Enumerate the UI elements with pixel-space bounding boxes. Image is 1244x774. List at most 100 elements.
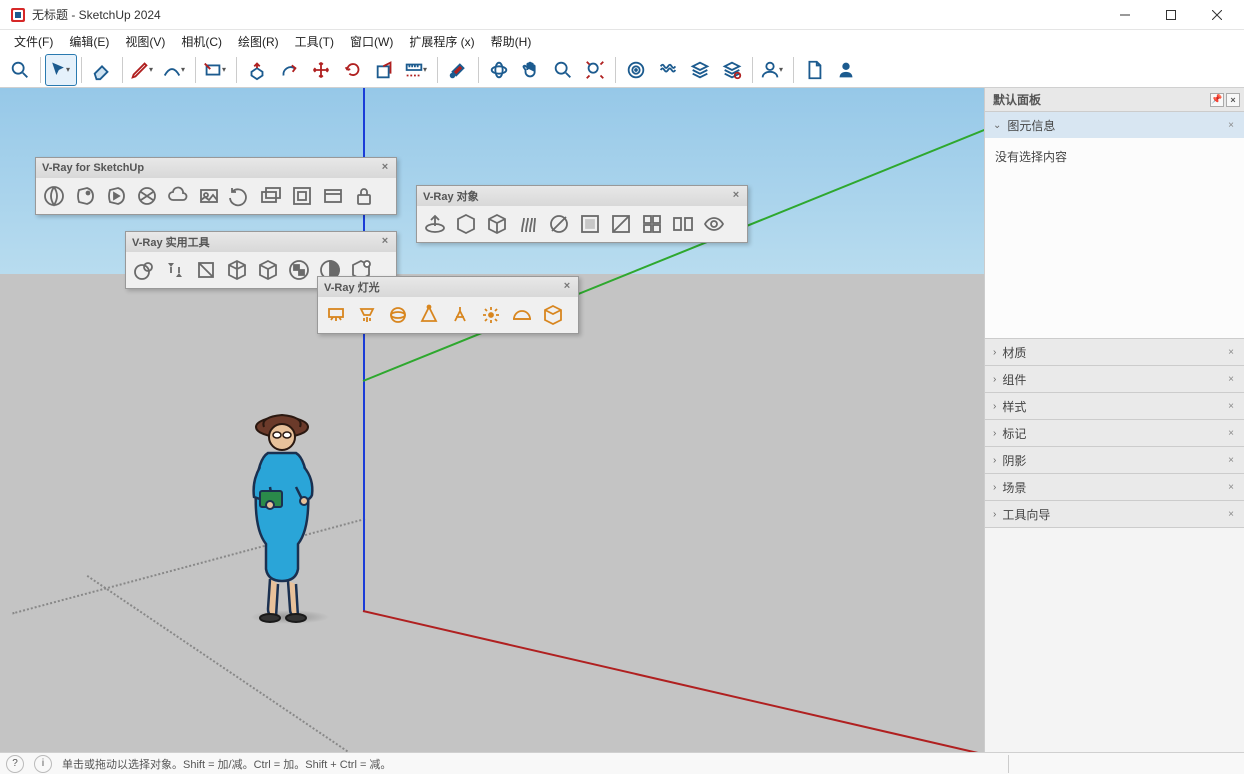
minimize-button[interactable] xyxy=(1102,0,1148,30)
maximize-button[interactable] xyxy=(1148,0,1194,30)
section-header-tags[interactable]: ›标记× xyxy=(985,420,1244,446)
vray-lock-icon[interactable] xyxy=(349,181,379,211)
vray-lights-toolbar[interactable]: V-Ray 灯光× xyxy=(317,276,579,334)
section-header-styles[interactable]: ›样式× xyxy=(985,393,1244,419)
light-dome-icon[interactable] xyxy=(507,300,537,330)
obj-plane-icon[interactable] xyxy=(420,209,450,239)
pin-icon[interactable]: 📌 xyxy=(1210,93,1224,107)
obj-decal-icon[interactable] xyxy=(575,209,605,239)
help-icon[interactable]: ? xyxy=(6,755,24,773)
orbit-tool-icon[interactable] xyxy=(483,54,515,86)
paint-tool-icon[interactable] xyxy=(442,54,474,86)
select-tool-icon[interactable]: ▾ xyxy=(45,54,77,86)
menu-extensions[interactable]: 扩展程序 (x) xyxy=(401,31,482,52)
light-spot-icon[interactable] xyxy=(414,300,444,330)
newfile-tool-icon[interactable] xyxy=(798,54,830,86)
vray-checker-icon[interactable] xyxy=(284,255,314,285)
vray-objects-toolbar[interactable]: V-Ray 对象× xyxy=(416,185,748,243)
light-plane-icon[interactable] xyxy=(352,300,382,330)
close-icon[interactable]: × xyxy=(1224,118,1238,132)
vray-lights-title[interactable]: V-Ray 灯光× xyxy=(318,277,578,297)
section-header-instructor[interactable]: ›工具向导× xyxy=(985,501,1244,527)
light-sphere-icon[interactable] xyxy=(383,300,413,330)
close-icon[interactable]: × xyxy=(1224,480,1238,494)
vray-cube2-icon[interactable] xyxy=(253,255,283,285)
section-header-scenes[interactable]: ›场景× xyxy=(985,474,1244,500)
vray-render-icon[interactable] xyxy=(70,181,100,211)
vray-swap-icon[interactable] xyxy=(160,255,190,285)
menu-draw[interactable]: 绘图(R) xyxy=(230,31,287,52)
user-tool-icon[interactable]: ▾ xyxy=(757,54,789,86)
close-button[interactable] xyxy=(1194,0,1240,30)
close-icon[interactable]: × xyxy=(729,188,743,202)
scale-tool-icon[interactable] xyxy=(369,54,401,86)
vray-utils-title[interactable]: V-Ray 实用工具× xyxy=(126,232,396,252)
warehouse-tool-icon[interactable] xyxy=(620,54,652,86)
menu-edit[interactable]: 编辑(E) xyxy=(61,31,117,52)
obj-clipper-icon[interactable] xyxy=(544,209,574,239)
zoom-extents-tool-icon[interactable] xyxy=(579,54,611,86)
close-icon[interactable]: × xyxy=(1224,453,1238,467)
vray-box1-icon[interactable] xyxy=(191,255,221,285)
vray-cube1-icon[interactable] xyxy=(222,255,252,285)
info-icon[interactable]: i xyxy=(34,755,52,773)
menu-file[interactable]: 文件(F) xyxy=(6,31,61,52)
obj-scatter-icon[interactable] xyxy=(606,209,636,239)
rotate-tool-icon[interactable] xyxy=(337,54,369,86)
zoom-tool-icon[interactable] xyxy=(547,54,579,86)
vray-cloud-icon[interactable] xyxy=(163,181,193,211)
layers2-tool-icon[interactable] xyxy=(716,54,748,86)
vray-interactive-icon[interactable] xyxy=(101,181,131,211)
close-icon[interactable]: × xyxy=(1224,372,1238,386)
section-header-components[interactable]: ›组件× xyxy=(985,366,1244,392)
obj-proxy2-icon[interactable] xyxy=(482,209,512,239)
pan-tool-icon[interactable] xyxy=(515,54,547,86)
search-tool-icon[interactable] xyxy=(4,54,36,86)
offset-tool-icon[interactable] xyxy=(273,54,305,86)
light-ies-icon[interactable] xyxy=(445,300,475,330)
close-icon[interactable]: × xyxy=(378,160,392,174)
extension-tool-icon[interactable] xyxy=(652,54,684,86)
menu-tools[interactable]: 工具(T) xyxy=(287,31,342,52)
vray-batch-icon[interactable] xyxy=(256,181,286,211)
rectangle-tool-icon[interactable]: ▾ xyxy=(200,54,232,86)
pencil-tool-icon[interactable]: ▾ xyxy=(127,54,159,86)
vray-main-toolbar[interactable]: V-Ray for SketchUp× xyxy=(35,157,397,215)
menu-camera[interactable]: 相机(C) xyxy=(173,31,230,52)
scale-figure[interactable] xyxy=(240,409,330,624)
close-icon[interactable]: × xyxy=(1224,426,1238,440)
tray-title[interactable]: 默认面板 📌× xyxy=(985,88,1244,112)
profile-tool-icon[interactable] xyxy=(830,54,862,86)
obj-fur-icon[interactable] xyxy=(513,209,543,239)
vray-frame-icon[interactable] xyxy=(287,181,317,211)
close-icon[interactable]: × xyxy=(378,234,392,248)
section-header-materials[interactable]: ›材质× xyxy=(985,339,1244,365)
obj-grid-icon[interactable] xyxy=(637,209,667,239)
move-tool-icon[interactable] xyxy=(305,54,337,86)
close-icon[interactable]: × xyxy=(1224,345,1238,359)
light-mesh-icon[interactable] xyxy=(538,300,568,330)
vray-vision-icon[interactable] xyxy=(132,181,162,211)
light-rect-icon[interactable] xyxy=(321,300,351,330)
3d-viewport[interactable]: V-Ray for SketchUp× V-Ray 实用工具× xyxy=(0,88,984,752)
vray-main-title[interactable]: V-Ray for SketchUp× xyxy=(36,158,396,178)
menu-view[interactable]: 视图(V) xyxy=(117,31,173,52)
vray-objects-title[interactable]: V-Ray 对象× xyxy=(417,186,747,206)
close-icon[interactable]: × xyxy=(1224,507,1238,521)
eraser-tool-icon[interactable] xyxy=(86,54,118,86)
section-header-entity-info[interactable]: ⌄图元信息× xyxy=(985,112,1244,138)
layers-tool-icon[interactable] xyxy=(684,54,716,86)
pushpull-tool-icon[interactable] xyxy=(241,54,273,86)
close-icon[interactable]: × xyxy=(1224,399,1238,413)
obj-grid2-icon[interactable] xyxy=(668,209,698,239)
vray-asset-editor-icon[interactable] xyxy=(39,181,69,211)
vray-frame2-icon[interactable] xyxy=(318,181,348,211)
tape-tool-icon[interactable]: ▾ xyxy=(401,54,433,86)
vray-sphere-icon[interactable] xyxy=(129,255,159,285)
section-header-shadows[interactable]: ›阴影× xyxy=(985,447,1244,473)
arc-tool-icon[interactable]: ▾ xyxy=(159,54,191,86)
vray-undo-icon[interactable] xyxy=(225,181,255,211)
light-omni-icon[interactable] xyxy=(476,300,506,330)
vray-viewport-icon[interactable] xyxy=(194,181,224,211)
measurement-box[interactable] xyxy=(1008,755,1238,773)
